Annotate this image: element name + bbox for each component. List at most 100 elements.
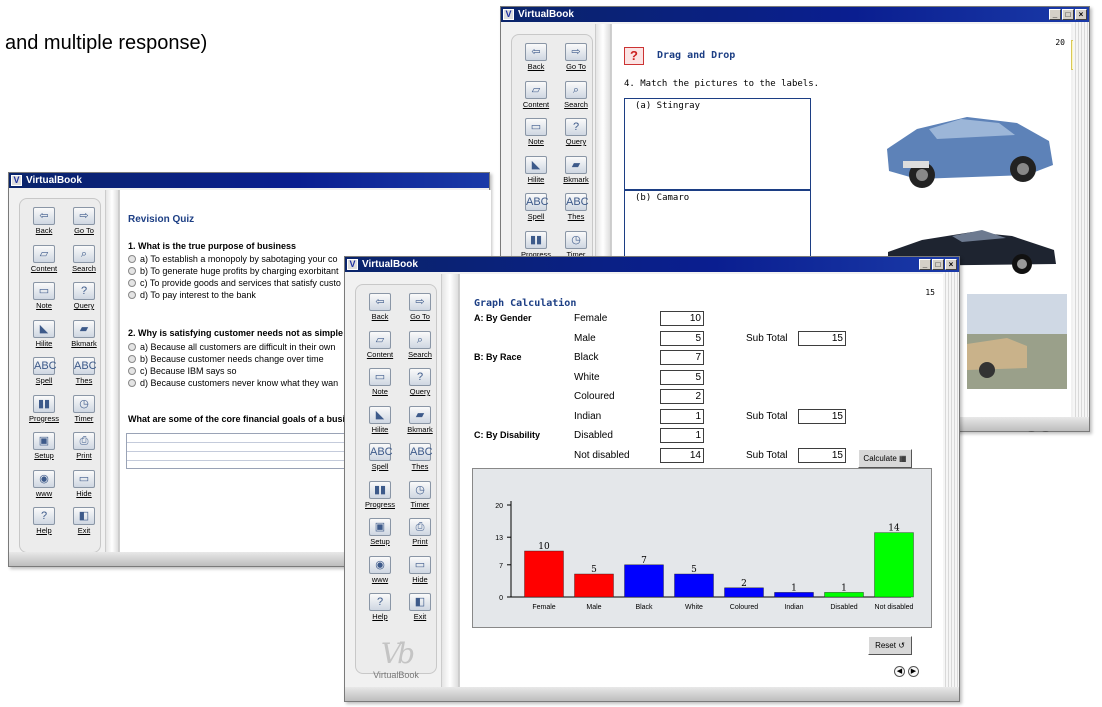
toolbar-button-go-to[interactable]: ⇨ Go To [402, 293, 438, 324]
toolbar-button-www[interactable]: ◉www [362, 555, 398, 587]
blue-camaro-car-image[interactable] [877, 89, 1062, 199]
toolbar-button-go-to[interactable]: ⇨ Go To [558, 43, 594, 74]
drop-zone-a[interactable]: (a) Stingray [624, 98, 811, 190]
value-input[interactable]: 5 [660, 330, 704, 346]
toolbar-button-print[interactable]: ⎙Print [402, 518, 438, 549]
toolbar-button-note[interactable]: ▭ Note [26, 282, 62, 313]
next-page-icon[interactable]: ▶ [908, 666, 919, 677]
toolbar-button-back[interactable]: ⇦ Back [518, 43, 554, 74]
minimize-button[interactable]: _ [1049, 9, 1061, 20]
maximize-button[interactable]: □ [932, 259, 944, 270]
value-input[interactable]: 2 [660, 389, 704, 404]
option-q1-d[interactable]: d) To pay interest to the bank [128, 290, 341, 302]
goto-arrow-icon: ⇨ [565, 43, 587, 61]
subtotal-field[interactable]: 15 [798, 447, 846, 463]
option-q2-b[interactable]: b) Because customer needs change over ti… [128, 354, 338, 366]
previous-page-icon[interactable]: ◀ [894, 666, 905, 677]
toolbar-button-content[interactable]: ▱ Content [518, 80, 554, 112]
toolbar-button-label: Content [30, 263, 58, 273]
toolbar-button-back[interactable]: ⇦ Back [362, 293, 398, 324]
toolbar-button-label: Setup [370, 537, 390, 546]
toolbar-button-search[interactable]: ⌕ Search [66, 244, 102, 276]
value-input[interactable]: 1 [660, 408, 704, 424]
vb-logo-mark: Vb [380, 636, 415, 670]
subtotal-field[interactable]: 15 [798, 330, 846, 346]
toolbar-button-hilite[interactable]: ◣ Hilite [26, 319, 62, 351]
printer-icon: ⎙ [409, 518, 431, 536]
value-input[interactable]: 10 [660, 311, 704, 326]
option-q1-c[interactable]: c) To provide goods and services that sa… [128, 278, 341, 290]
option-q2-c[interactable]: c) Because IBM says so [128, 366, 338, 378]
option-q1-a[interactable]: a) To establish a monopoly by sabotaging… [128, 254, 341, 266]
toolbar-button-note[interactable]: ▭ Note [518, 118, 554, 149]
toolbar-button-spell[interactable]: ABC Spell [26, 357, 62, 388]
toolbar-button-setup[interactable]: ▣Setup [362, 518, 398, 549]
calculate-button[interactable]: Calculate ▦ [858, 449, 912, 468]
minimize-button[interactable]: _ [919, 259, 931, 270]
radio-button[interactable] [128, 291, 136, 299]
toolbar-button-progress[interactable]: ▮▮ Progress [362, 480, 398, 512]
toolbar-button-spell[interactable]: ABC Spell [518, 193, 554, 224]
maximize-button[interactable]: □ [1062, 9, 1074, 20]
toolbar-button-hilite[interactable]: ◣ Hilite [362, 405, 398, 437]
toolbar-button-search[interactable]: ⌕ Search [402, 330, 438, 362]
toolbar-button-exit[interactable]: ◧Exit [66, 507, 102, 538]
radio-button[interactable] [128, 379, 136, 387]
toolbar-button-exit[interactable]: ◧Exit [402, 593, 438, 624]
toolbar-button-help[interactable]: ?Help [26, 507, 62, 538]
dnd-titlebar[interactable]: V VirtualBook _ □ × [501, 7, 1089, 22]
value-input[interactable]: 5 [660, 369, 704, 385]
subtotal-field[interactable]: 15 [798, 408, 846, 424]
close-button[interactable]: × [945, 259, 957, 270]
toolbar-button-spell[interactable]: ABC Spell [362, 443, 398, 474]
toolbar-button-bkmark[interactable]: ▰ Bkmark [66, 319, 102, 351]
toolbar-button-search[interactable]: ⌕ Search [558, 80, 594, 112]
toolbar-button-label: Query [73, 301, 95, 310]
toolbar-button-bkmark[interactable]: ▰ Bkmark [558, 155, 594, 187]
option-label: a) Because all customers are difficult i… [140, 342, 336, 352]
toolbar-button-print[interactable]: ⎙Print [66, 432, 102, 463]
toolbar-button-label: Hilite [35, 338, 53, 348]
page-edge [943, 272, 959, 701]
toolbar-button-thes[interactable]: ABC Thes [558, 193, 594, 224]
toolbar-button-thes[interactable]: ABC Thes [402, 443, 438, 474]
toolbar-button-bkmark[interactable]: ▰ Bkmark [402, 405, 438, 437]
radio-button[interactable] [128, 367, 136, 375]
toolbar-button-www[interactable]: ◉www [26, 469, 62, 501]
toolbar-button-query[interactable]: ? Query [402, 368, 438, 399]
radio-button[interactable] [128, 355, 136, 363]
toolbar-button-hilite[interactable]: ◣ Hilite [518, 155, 554, 187]
value-input[interactable]: 7 [660, 350, 704, 365]
toolbar-button-content[interactable]: ▱ Content [26, 244, 62, 276]
toolbar-button-label: Content [522, 99, 550, 109]
toolbar-button-note[interactable]: ▭ Note [362, 368, 398, 399]
toolbar-button-hide[interactable]: ▭Hide [402, 555, 438, 587]
toolbar-button-back[interactable]: ⇦ Back [26, 207, 62, 238]
option-q2-d[interactable]: d) Because customers never know what the… [128, 378, 338, 390]
close-button[interactable]: × [1075, 9, 1087, 20]
toolbar-button-timer[interactable]: ◷ Timer [66, 394, 102, 426]
value-input[interactable]: 14 [660, 447, 704, 463]
toolbar-button-content[interactable]: ▱ Content [362, 330, 398, 362]
toolbar-button-query[interactable]: ? Query [558, 118, 594, 149]
reset-button[interactable]: Reset ↺ [868, 636, 912, 655]
radio-button[interactable] [128, 279, 136, 287]
toolbar-button-thes[interactable]: ABC Thes [66, 357, 102, 388]
toolbar-button-help[interactable]: ?Help [362, 593, 398, 624]
option-q1-b[interactable]: b) To generate huge profits by charging … [128, 266, 341, 278]
option-q2-a[interactable]: a) Because all customers are difficult i… [128, 342, 338, 354]
radio-button[interactable] [128, 267, 136, 275]
toolbar-button-query[interactable]: ? Query [66, 282, 102, 313]
value-input[interactable]: 1 [660, 428, 704, 443]
toolbar-button-go-to[interactable]: ⇨ Go To [66, 207, 102, 238]
toolbar-button-setup[interactable]: ▣Setup [26, 432, 62, 463]
answer-textarea[interactable] [126, 433, 356, 469]
radio-button[interactable] [128, 343, 136, 351]
graph-titlebar[interactable]: V VirtualBook _ □ × [345, 257, 959, 272]
toolbar-button-timer[interactable]: ◷ Timer [402, 480, 438, 512]
radio-button[interactable] [128, 255, 136, 263]
toolbar-button-progress[interactable]: ▮▮ Progress [26, 394, 62, 426]
quiz-titlebar[interactable]: V VirtualBook [9, 173, 489, 188]
convertible-car-photo[interactable] [967, 294, 1067, 389]
toolbar-button-hide[interactable]: ▭Hide [66, 469, 102, 501]
